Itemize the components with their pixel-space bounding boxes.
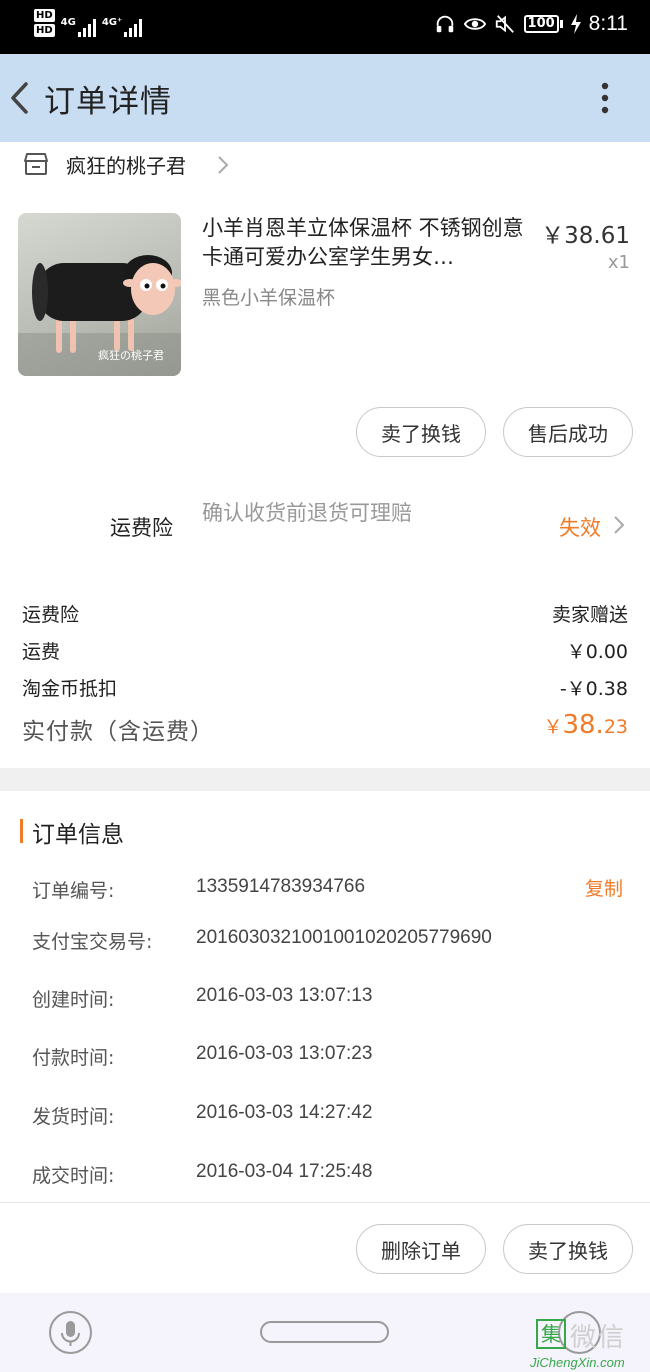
aftersale-button[interactable]: 售后成功	[503, 407, 633, 457]
network-type: 4G	[60, 17, 76, 28]
product-image[interactable]: 疯狂の桃子君	[18, 213, 181, 376]
sell-for-cash-button[interactable]: 卖了换钱	[356, 407, 486, 457]
total-currency: ￥	[543, 716, 563, 738]
fee-row: 淘金币抵扣 -￥0.38	[22, 674, 628, 704]
section-accent-bar	[20, 819, 23, 843]
clock: 8:11	[588, 12, 628, 35]
more-vertical-icon[interactable]	[592, 78, 618, 118]
charging-icon	[570, 14, 581, 34]
eye-icon	[463, 18, 486, 30]
insurance-description: 确认收货前退货可理赔	[202, 501, 412, 525]
fee-row: 运费 ￥0.00	[22, 637, 628, 667]
fee-label: 运费险	[22, 604, 80, 626]
fee-label: 淘金币抵扣	[22, 678, 118, 700]
product-price: ￥38.61	[541, 223, 630, 249]
fee-label: 运费	[22, 641, 61, 663]
deal-time-label: 成交时间:	[32, 1165, 115, 1187]
hd-badge: HD	[34, 9, 55, 22]
fee-value: ￥0.00	[566, 641, 628, 663]
watermark-logo: 集 微信 JiChengXin.com	[530, 1315, 650, 1372]
shop-row[interactable]: 疯狂的桃子君	[0, 142, 650, 188]
product-sku: 黑色小羊保温杯	[202, 287, 336, 309]
status-bar: HD HD 4G 4G⁺ 100 8:11	[0, 0, 650, 54]
delete-order-button[interactable]: 删除订单	[356, 1224, 486, 1274]
deal-time-value: 2016-03-04 17:25:48	[196, 1161, 373, 1182]
home-button[interactable]	[260, 1321, 389, 1343]
store-icon	[24, 153, 48, 175]
total-label: 实付款（含运费）	[22, 719, 214, 745]
fee-value: -￥0.38	[559, 678, 628, 700]
shipped-time-label: 发货时间:	[32, 1106, 115, 1128]
sell-for-cash-button[interactable]: 卖了换钱	[503, 1224, 633, 1274]
signal-icon: 4G⁺	[101, 17, 143, 37]
alipay-trade-value: 2016030321001001020205779690	[196, 927, 492, 948]
created-time-label: 创建时间:	[32, 989, 115, 1011]
product-title[interactable]: 小羊肖恩羊立体保温杯 不锈钢创意卡通可爱办公室学生男女…	[202, 214, 532, 272]
watermark-url: JiChengXin.com	[530, 1355, 625, 1370]
chevron-right-icon	[614, 516, 625, 534]
insurance-status[interactable]: 失效	[559, 512, 601, 542]
total-amount: ￥38.23	[543, 710, 628, 740]
section-divider	[0, 768, 650, 791]
image-caption: 疯狂の桃子君	[98, 349, 164, 362]
total-decimal: 23	[603, 716, 628, 738]
watermark-glyph: 集	[536, 1319, 566, 1349]
chevron-right-icon	[218, 156, 229, 174]
hd-badge: HD	[34, 24, 55, 37]
watermark-text: 微信	[570, 1323, 627, 1353]
system-indicators: 100 8:11	[434, 12, 628, 36]
shipped-time-value: 2016-03-03 14:27:42	[196, 1102, 373, 1123]
insurance-label: 运费险	[110, 516, 173, 540]
product-quantity: x1	[607, 252, 630, 273]
fee-value: 卖家赠送	[551, 604, 628, 626]
mute-icon	[495, 15, 514, 33]
paid-time-label: 付款时间:	[32, 1047, 115, 1069]
battery-level: 100	[523, 15, 559, 33]
divider	[0, 1202, 650, 1203]
total-row: 实付款（含运费） ￥38.23	[22, 710, 628, 750]
fee-row: 运费险 卖家赠送	[22, 600, 628, 630]
order-number-label: 订单编号:	[32, 880, 115, 902]
total-integer: 38.	[562, 710, 604, 740]
created-time-value: 2016-03-03 13:07:13	[196, 985, 373, 1006]
headphones-icon	[436, 15, 453, 33]
copy-button[interactable]: 复制	[585, 874, 623, 901]
app-header: 订单详情	[0, 54, 650, 142]
alipay-trade-label: 支付宝交易号:	[32, 931, 153, 953]
section-title: 订单信息	[32, 822, 124, 848]
page-title: 订单详情	[44, 84, 172, 120]
mic-icon	[61, 1321, 80, 1346]
network-indicators: HD HD 4G 4G⁺	[34, 9, 143, 37]
order-number-value: 1335914783934766	[196, 876, 366, 897]
chevron-left-icon[interactable]	[6, 78, 32, 118]
mic-button[interactable]	[49, 1311, 92, 1354]
battery-icon: 100	[523, 15, 563, 33]
signal-icon: 4G	[61, 17, 96, 37]
network-type: 4G⁺	[101, 17, 123, 28]
shop-name[interactable]: 疯狂的桃子君	[66, 150, 186, 179]
paid-time-value: 2016-03-03 13:07:23	[196, 1043, 373, 1064]
